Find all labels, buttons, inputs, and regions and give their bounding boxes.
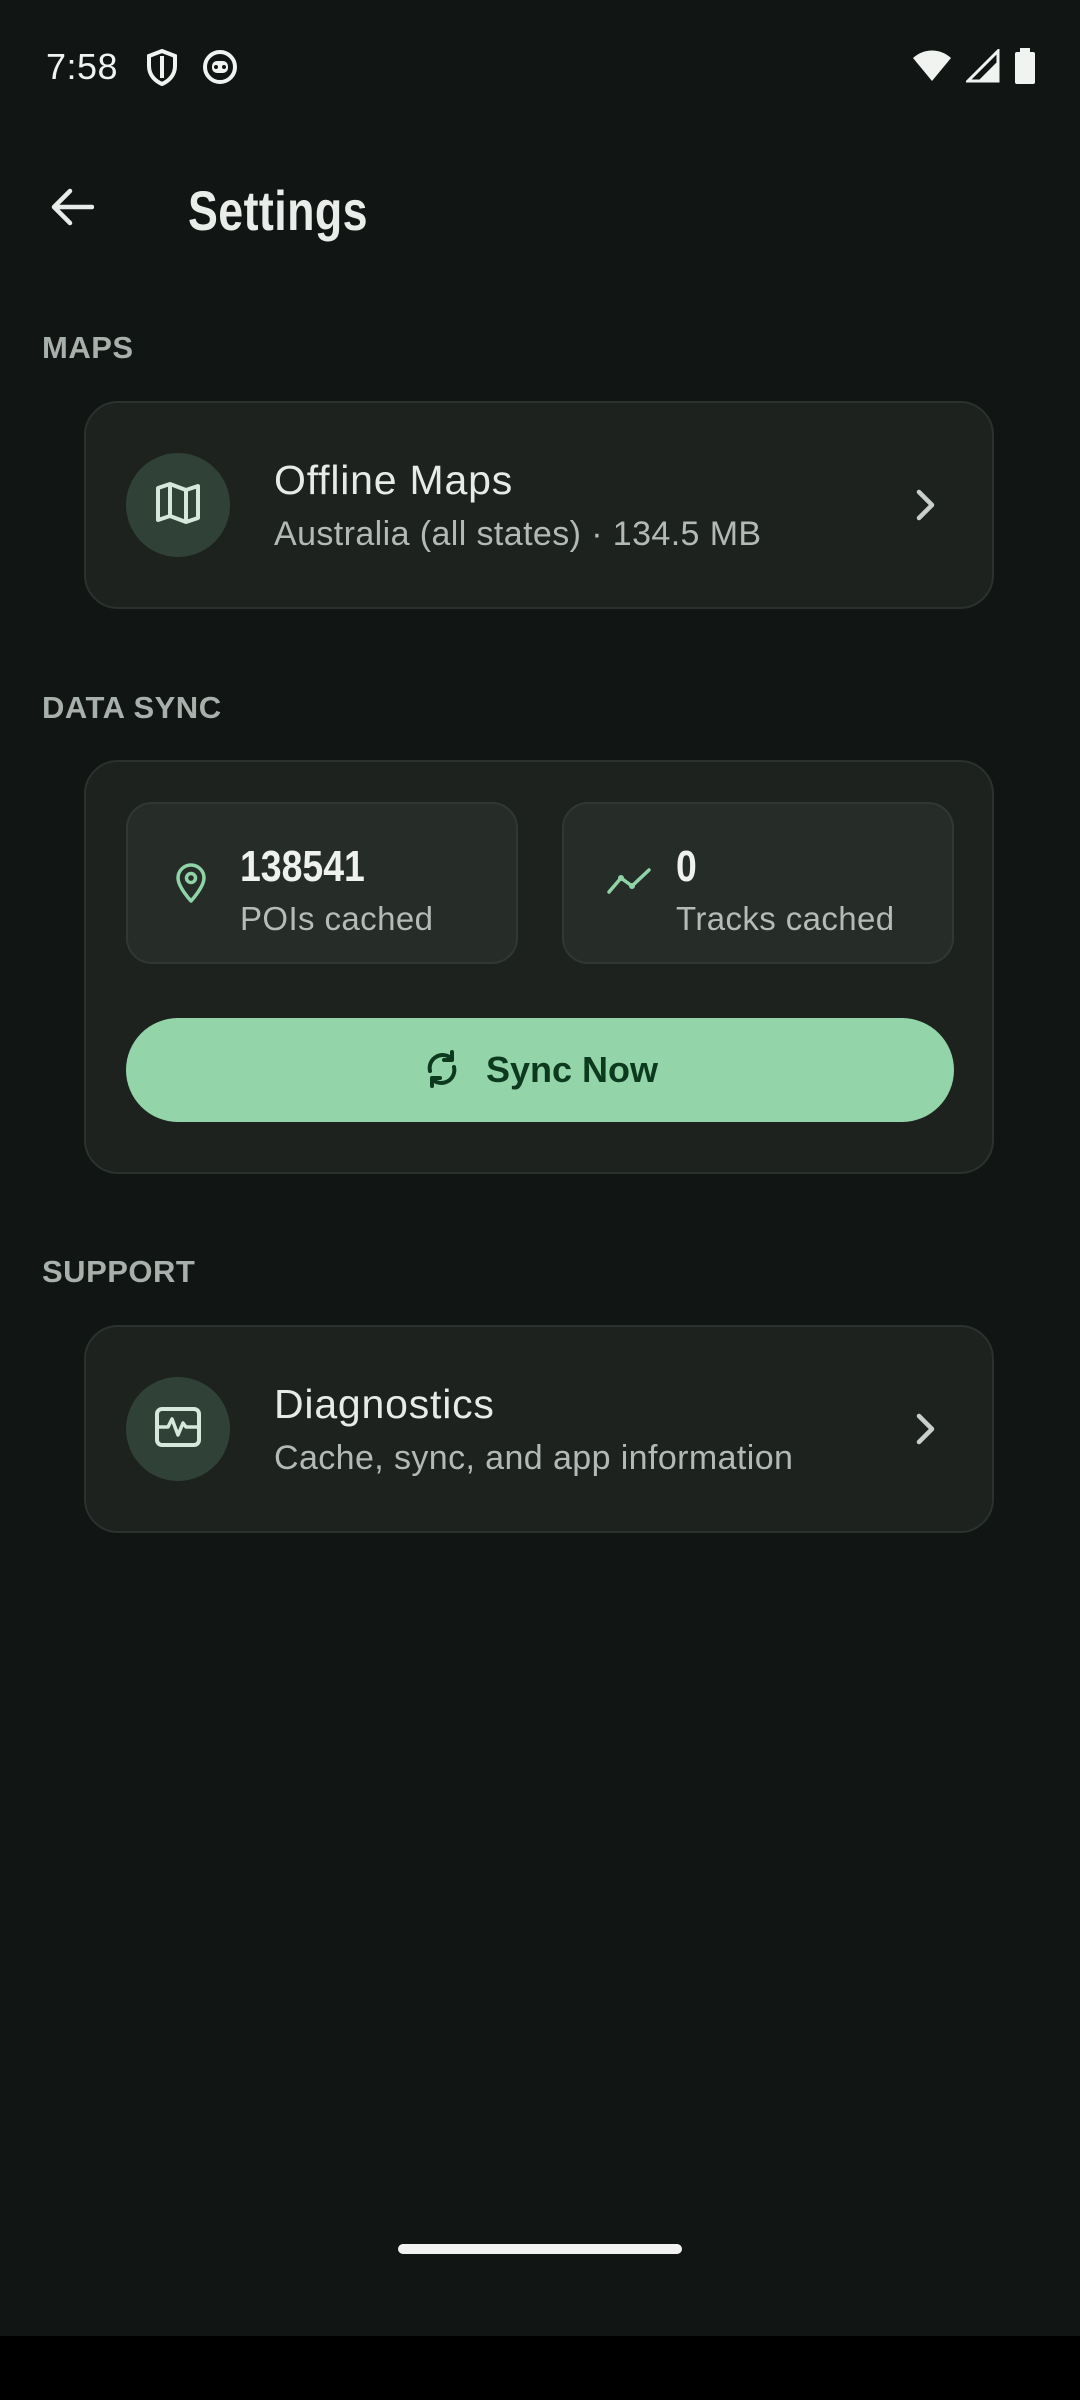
- shield-icon: [146, 48, 178, 92]
- tracks-cached-label: Tracks cached: [676, 900, 895, 937]
- diagnostics-subtitle: Cache, sync, and app information: [274, 1439, 794, 1477]
- offline-maps-icon-container: [126, 453, 230, 557]
- status-bar: 7:58: [0, 0, 1080, 136]
- pois-cached-stat: 138541 POIs cached: [126, 802, 518, 964]
- battery-icon: [1014, 48, 1036, 89]
- section-header-support: SUPPORT: [42, 1254, 196, 1289]
- location-pin-icon: [174, 862, 208, 909]
- diagnostics-icon-container: [126, 1377, 230, 1481]
- arrow-back-icon: [50, 187, 95, 232]
- sync-now-button[interactable]: Sync Now: [126, 1018, 954, 1122]
- back-button[interactable]: [30, 176, 114, 242]
- tracks-cached-stat: 0 Tracks cached: [562, 802, 954, 964]
- navigation-bar: [0, 2336, 1080, 2400]
- home-gesture-handle[interactable]: [398, 2244, 682, 2254]
- cellular-signal-icon: [964, 47, 1000, 88]
- top-app-bar: Settings: [0, 150, 1080, 270]
- notification-app-icon: [202, 49, 238, 90]
- offline-maps-subtitle: Australia (all states) · 134.5 MB: [274, 515, 762, 553]
- monitor-heart-icon: [154, 1406, 202, 1453]
- pois-cached-value: 138541: [240, 842, 365, 891]
- section-header-data-sync: DATA SYNC: [42, 690, 222, 725]
- chevron-right-icon: [914, 1411, 938, 1452]
- status-indicators: [912, 47, 1036, 89]
- status-time: 7:58: [46, 46, 119, 87]
- diagnostics-item[interactable]: Diagnostics Cache, sync, and app informa…: [84, 1325, 994, 1533]
- offline-maps-title: Offline Maps: [274, 457, 514, 503]
- diagnostics-title: Diagnostics: [274, 1381, 495, 1427]
- section-header-maps: MAPS: [42, 330, 134, 365]
- page-title: Settings: [188, 179, 368, 242]
- offline-maps-item[interactable]: Offline Maps Australia (all states) · 13…: [84, 401, 994, 609]
- sync-now-label: Sync Now: [485, 1049, 659, 1090]
- map-icon: [155, 481, 201, 530]
- pois-cached-label: POIs cached: [240, 900, 434, 937]
- chevron-right-icon: [914, 487, 938, 528]
- trend-line-icon: [606, 866, 652, 901]
- wifi-icon: [912, 49, 952, 88]
- data-sync-card: 138541 POIs cached 0 Tracks cached Sync …: [84, 760, 994, 1174]
- tracks-cached-value: 0: [676, 842, 697, 891]
- sync-icon: [422, 1049, 462, 1092]
